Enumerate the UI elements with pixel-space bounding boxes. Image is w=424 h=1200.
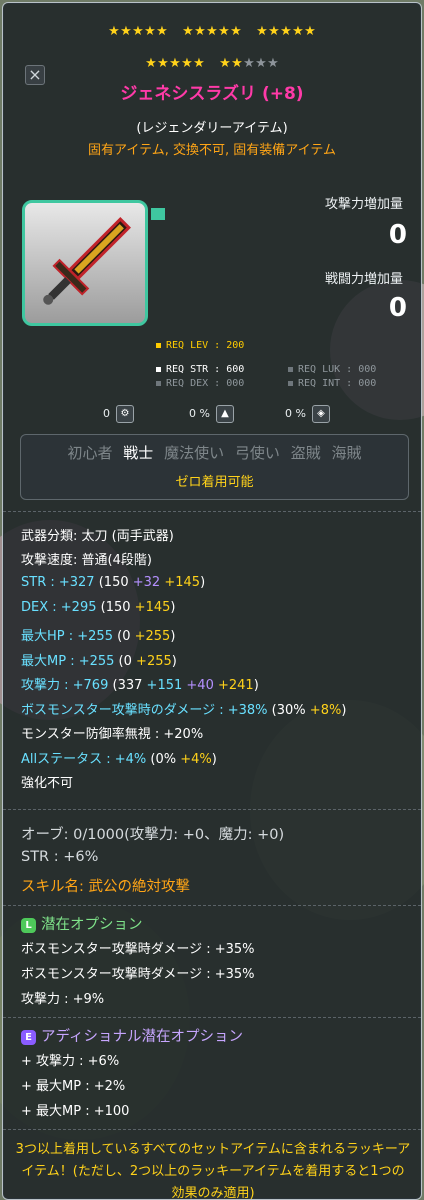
divider: [3, 1017, 421, 1018]
star-filled-icon: ★: [256, 24, 268, 39]
additional-potential-line: + 最大MP : +2%: [21, 1079, 126, 1094]
star-filled-icon: ★: [157, 56, 169, 71]
star-empty-icon: ★: [243, 56, 255, 71]
stat-dex: DEX : +295 (150 +145): [21, 600, 176, 615]
job-bowman: 弓使い: [234, 444, 280, 462]
upgrade-indicator: 0 ⚙: [103, 405, 134, 423]
job-list: 初心者 戦士 魔法使い 弓使い 盗賊 海賊: [21, 442, 408, 463]
star-filled-icon: ★: [280, 24, 292, 39]
req-dex: REQ DEX : 000: [156, 378, 244, 389]
combat-power-increase-value: 0: [388, 293, 407, 323]
star-force-row-2: ★★★★★ ★★★★★: [3, 52, 421, 71]
star-empty-icon: ★: [267, 56, 279, 71]
star-filled-icon: ★: [230, 24, 242, 39]
star-filled-icon: ★: [156, 24, 168, 39]
potential-line: 攻撃力 : +9%: [21, 992, 105, 1007]
sword-icon: [43, 217, 131, 305]
stat-attack: 攻撃力 : +769 (337 +151 +40 +241): [21, 678, 259, 693]
star-filled-icon: ★: [219, 56, 231, 71]
additional-potential-title: アディショナル潜在オプション: [41, 1029, 243, 1045]
star-filled-icon: ★: [120, 24, 132, 39]
item-icon-frame: [22, 200, 148, 326]
stat-str: STR : +327 (150 +32 +145): [21, 575, 206, 590]
star-filled-icon: ★: [218, 24, 230, 39]
star-filled-icon: ★: [182, 24, 194, 39]
combat-power-increase-label: 戦闘力増加量: [324, 272, 403, 287]
req-lev: REQ LEV : 200: [156, 340, 244, 351]
potential-header: L 潜在オプション: [21, 913, 143, 934]
star-group: ★★★★★: [145, 52, 205, 72]
shield-icon: ◈: [311, 405, 330, 423]
star-filled-icon: ★: [108, 24, 120, 39]
no-enhance: 強化不可: [21, 776, 74, 791]
req-luk: REQ LUK : 000: [288, 364, 376, 375]
potential-line: ボスモンスター攻撃時ダメージ : +35%: [21, 967, 255, 982]
divider: [3, 905, 421, 906]
item-icon-flag: [151, 208, 165, 220]
job-warrior: 戦士: [123, 444, 154, 462]
divider: [3, 1129, 421, 1130]
star-filled-icon: ★: [193, 56, 205, 71]
enhance-indicator: 0 % ▲: [189, 405, 234, 423]
stat-ignore-defense: モンスター防御率無視 : +20%: [21, 727, 204, 742]
protect-indicator: 0 % ◈: [285, 405, 330, 423]
potential-grade-badge: L: [21, 917, 36, 933]
star-filled-icon: ★: [292, 24, 304, 39]
potential-line: ボスモンスター攻撃時ダメージ : +35%: [21, 942, 255, 957]
star-group: ★★★★★: [182, 20, 242, 40]
job-pirate: 海賊: [331, 444, 362, 462]
job-requirements: 初心者 戦士 魔法使い 弓使い 盗賊 海賊 ゼロ着用可能: [20, 434, 409, 500]
divider: [3, 809, 421, 810]
job-thief: 盗賊: [290, 444, 321, 462]
stat-all-stat: Allステータス : +4% (0% +4%): [21, 752, 217, 767]
additional-potential-line: + 攻撃力 : +6%: [21, 1054, 120, 1069]
stat-max-hp: 最大HP : +255 (0 +255): [21, 629, 176, 644]
extra-str: STR : +6%: [21, 849, 99, 865]
star-group: ★★★★★: [108, 20, 168, 40]
additional-potential-grade-badge: E: [21, 1029, 36, 1045]
item-name: ジェネシスラズリ (+8): [120, 84, 304, 104]
item-flags: 固有アイテム, 交換不可, 固有装備アイテム: [88, 143, 336, 158]
divider: [3, 511, 421, 512]
star-filled-icon: ★: [144, 24, 156, 39]
attack-increase-label: 攻撃力増加量: [324, 197, 403, 212]
weapon-type: 武器分類: 太刀 (両手武器): [21, 529, 174, 544]
star-filled-icon: ★: [268, 24, 280, 39]
item-grade: (レジェンダリーアイテム): [136, 121, 288, 136]
potential-title: 潜在オプション: [41, 917, 143, 933]
job-beginner: 初心者: [67, 444, 113, 462]
gear-icon: ⚙: [116, 405, 134, 423]
additional-potential-header: E アディショナル潜在オプション: [21, 1025, 243, 1046]
star-group: ★★★★★: [256, 20, 316, 40]
star-filled-icon: ★: [231, 56, 243, 71]
star-filled-icon: ★: [304, 24, 316, 39]
star-filled-icon: ★: [132, 24, 144, 39]
job-magician: 魔法使い: [164, 444, 225, 462]
star-filled-icon: ★: [169, 56, 181, 71]
zero-wearable-note: ゼロ着用可能: [175, 475, 254, 490]
attack-increase-value: 0: [388, 220, 407, 250]
star-group: ★★★★★: [219, 52, 279, 72]
orb-info: オーブ: 0/1000(攻撃力: +0、魔力: +0): [21, 827, 285, 843]
additional-potential-line: + 最大MP : +100: [21, 1104, 130, 1119]
stat-max-mp: 最大MP : +255 (0 +255): [21, 654, 177, 669]
req-int: REQ INT : 000: [288, 378, 376, 389]
star-empty-icon: ★: [255, 56, 267, 71]
star-filled-icon: ★: [206, 24, 218, 39]
star-force-row-1: ★★★★★ ★★★★★ ★★★★★: [3, 20, 421, 39]
star-filled-icon: ★: [145, 56, 157, 71]
anvil-icon: ▲: [215, 405, 234, 423]
skill-name: スキル名: 武公の絶対攻撃: [21, 879, 190, 895]
star-filled-icon: ★: [194, 24, 206, 39]
stat-boss-damage: ボスモンスター攻撃時のダメージ : +38% (30% +8%): [21, 703, 347, 718]
attack-speed: 攻撃速度: 普通(4段階): [21, 553, 152, 568]
item-tooltip: ★★★★★ ★★★★★ ★★★★★ ★★★★★ ★★★★★ × ジェネシスラズリ (+…: [2, 2, 422, 1200]
lucky-item-description: 3つ以上着用しているすべてのセットアイテムに含まれるラッキーアイテム！(ただし、…: [15, 1142, 411, 1200]
req-str: REQ STR : 600: [156, 364, 244, 375]
star-filled-icon: ★: [181, 56, 193, 71]
